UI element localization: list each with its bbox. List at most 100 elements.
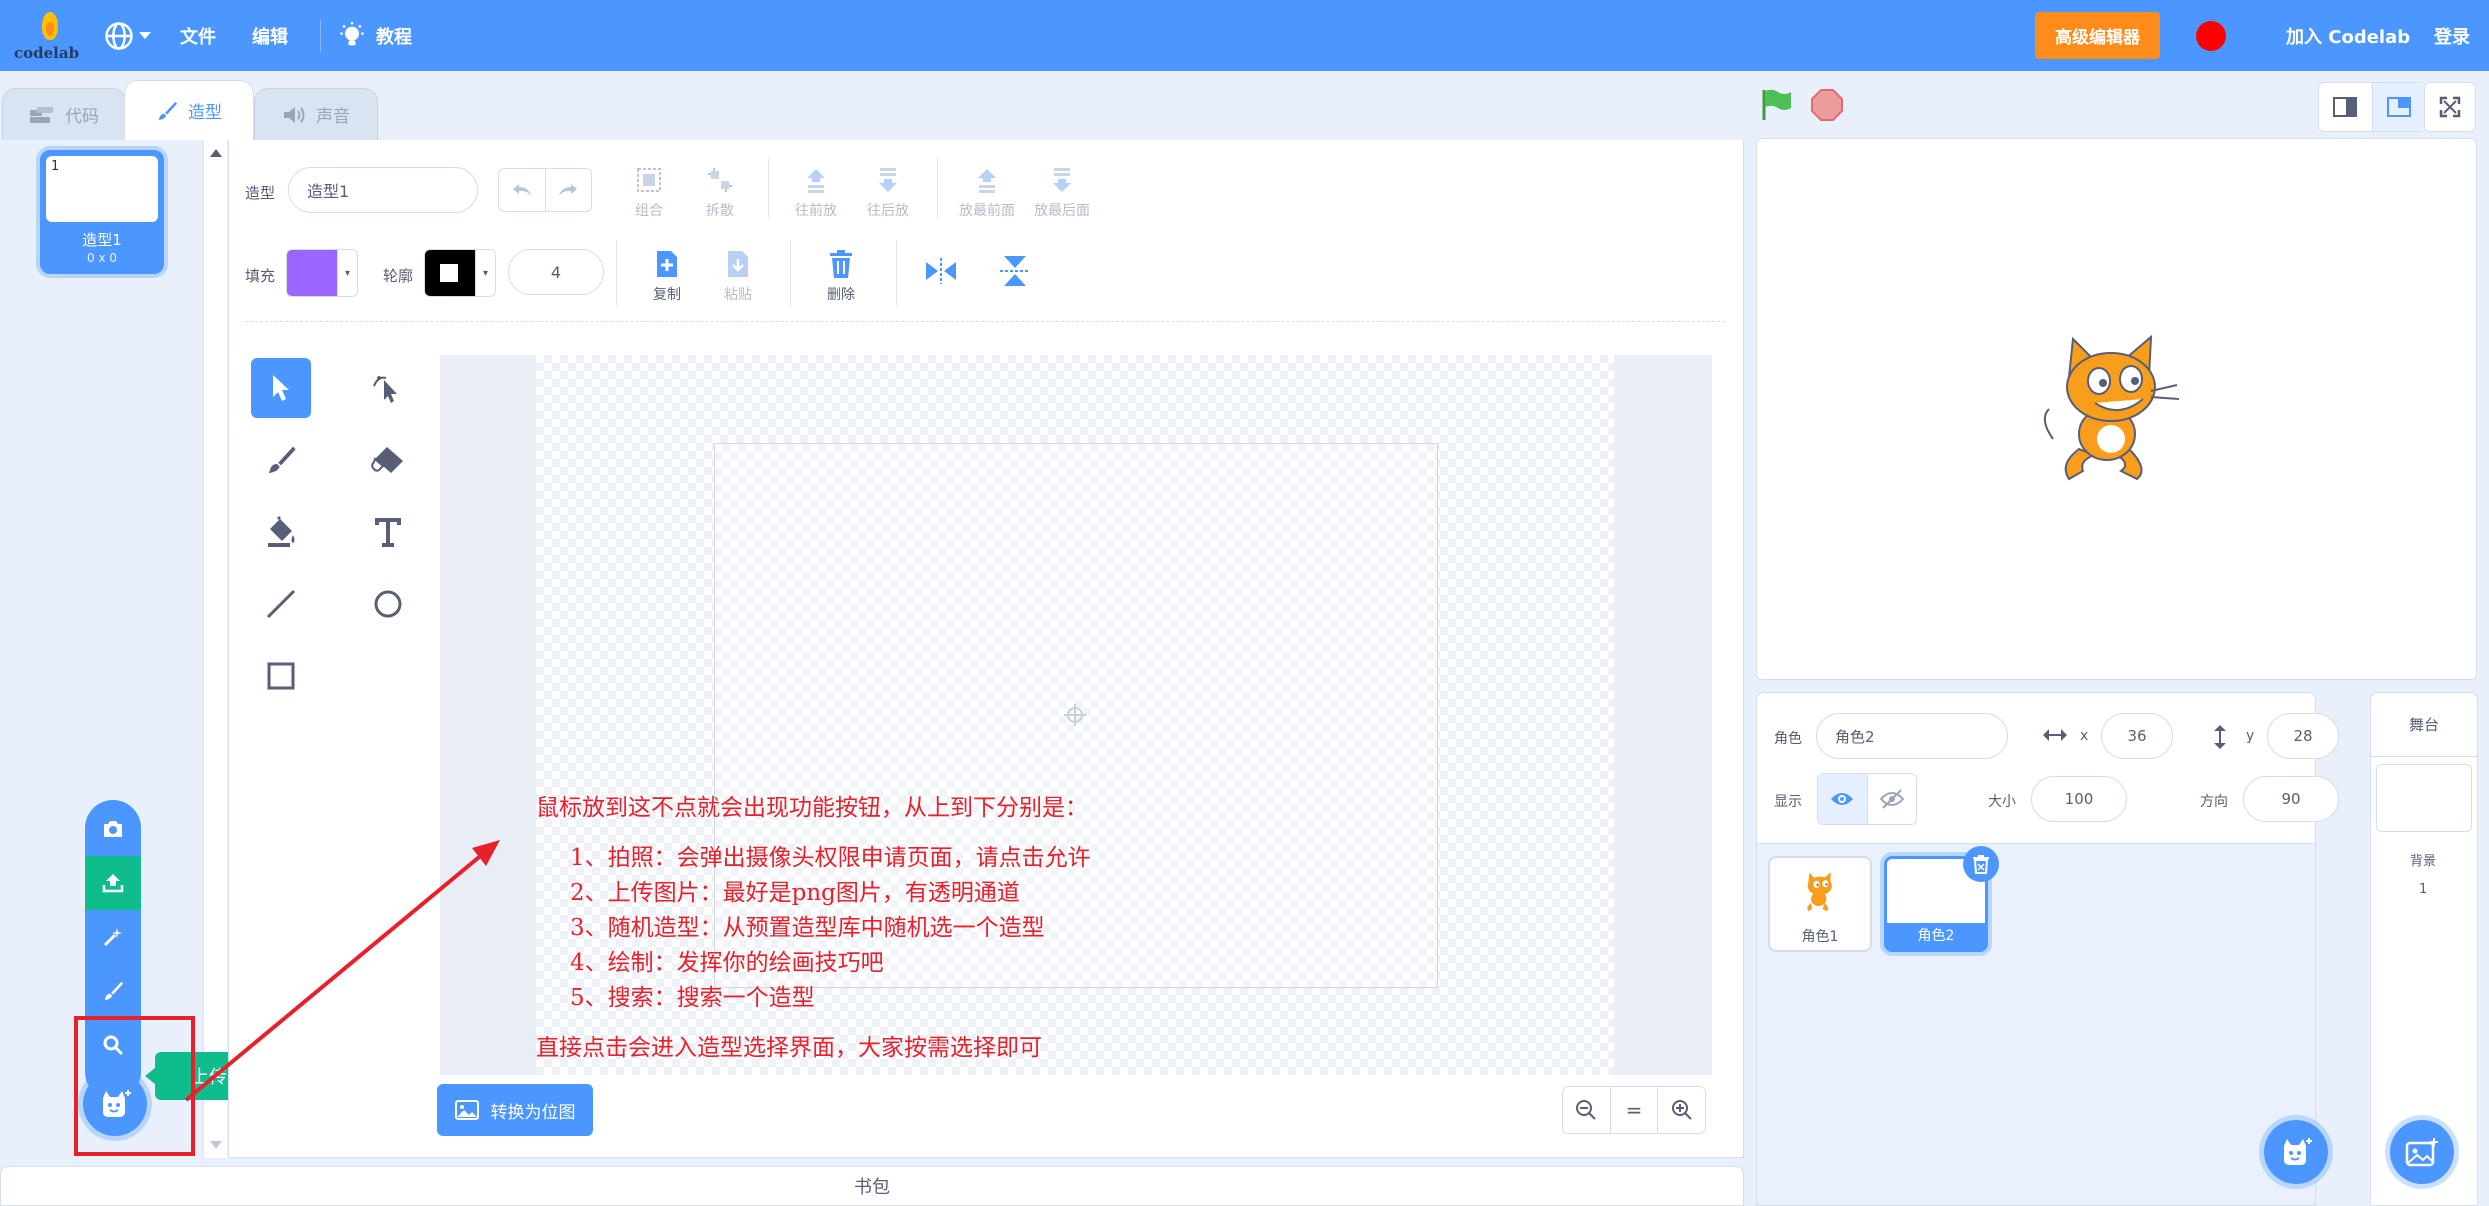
zoom-controls: = bbox=[1562, 1086, 1706, 1134]
stop-button[interactable] bbox=[1810, 88, 1844, 126]
tutorial-menu[interactable]: 教程 bbox=[338, 0, 412, 71]
choose-backdrop-button[interactable] bbox=[2390, 1120, 2454, 1184]
copy-icon bbox=[657, 251, 677, 277]
sprite-card-name: 角色1 bbox=[1801, 929, 1839, 945]
speaker-icon bbox=[284, 106, 305, 123]
zoom-in-icon bbox=[1671, 1100, 1692, 1120]
choose-sprite-button[interactable] bbox=[2264, 1120, 2328, 1184]
circle-tool[interactable] bbox=[358, 574, 418, 634]
sprite-name-input[interactable]: 角色2 bbox=[1816, 713, 2008, 759]
reshape-tool[interactable] bbox=[358, 358, 418, 418]
outline-width-input[interactable]: 4 bbox=[508, 249, 604, 295]
redo-button[interactable] bbox=[546, 169, 592, 211]
send-to-back-icon bbox=[1053, 168, 1071, 192]
paste-button[interactable]: 粘贴 bbox=[703, 244, 773, 304]
code-icon bbox=[30, 106, 53, 123]
fullscreen-button[interactable] bbox=[2424, 82, 2476, 132]
redo-icon bbox=[559, 184, 578, 196]
costume-name-input[interactable]: 造型1 bbox=[288, 167, 478, 213]
copy-button[interactable]: 复制 bbox=[632, 244, 702, 304]
text-tool[interactable] bbox=[358, 502, 418, 562]
green-flag-button[interactable] bbox=[1760, 88, 1794, 126]
back-label: 放最后面 bbox=[1034, 203, 1090, 219]
edit-menu[interactable]: 编辑 bbox=[252, 0, 288, 71]
tab-code[interactable]: 代码 bbox=[2, 88, 126, 140]
stage-thumbnail[interactable] bbox=[2376, 764, 2472, 832]
x-label: x bbox=[2080, 728, 2089, 744]
hide-button[interactable] bbox=[1866, 774, 1917, 824]
copy-label: 复制 bbox=[653, 287, 681, 303]
direction-input[interactable]: 90 bbox=[2243, 776, 2339, 822]
flip-horizontal-icon bbox=[926, 258, 956, 284]
x-input[interactable]: 36 bbox=[2101, 713, 2173, 759]
circle-icon bbox=[374, 590, 402, 618]
file-menu[interactable]: 文件 bbox=[180, 0, 216, 71]
surprise-button[interactable] bbox=[85, 910, 141, 964]
y-input[interactable]: 28 bbox=[2267, 713, 2339, 759]
forward-button[interactable]: 往前放 bbox=[781, 160, 851, 220]
undo-redo-group bbox=[498, 168, 592, 212]
eraser-tool[interactable] bbox=[358, 430, 418, 490]
eye-icon bbox=[1831, 793, 1854, 805]
ungroup-button[interactable]: 拆散 bbox=[685, 160, 755, 220]
zoom-reset-button[interactable]: = bbox=[1609, 1087, 1658, 1133]
backpack-bar[interactable]: 书包 bbox=[0, 1166, 1744, 1206]
fill-label: 填充 bbox=[245, 267, 276, 285]
paint-button[interactable] bbox=[85, 964, 141, 1018]
zoom-in-button[interactable] bbox=[1657, 1087, 1705, 1133]
line-tool[interactable] bbox=[251, 574, 311, 634]
fill-color-picker[interactable]: ▾ bbox=[286, 249, 358, 297]
tab-costumes[interactable]: 造型 bbox=[124, 80, 254, 140]
forward-label: 往前放 bbox=[795, 203, 837, 219]
rectangle-tool[interactable] bbox=[251, 646, 311, 706]
ungroup-icon bbox=[708, 168, 732, 192]
delete-sprite-button[interactable] bbox=[1963, 846, 1999, 882]
select-tool[interactable] bbox=[251, 358, 311, 418]
front-button[interactable]: 放最前面 bbox=[952, 160, 1022, 220]
delete-button[interactable]: 删除 bbox=[806, 244, 876, 304]
outline-color-picker[interactable]: ▾ bbox=[424, 249, 496, 297]
show-label: 显示 bbox=[1774, 794, 1802, 810]
back-button[interactable]: 放最后面 bbox=[1027, 160, 1097, 220]
zoom-out-button[interactable] bbox=[1563, 1087, 1610, 1133]
annotation-highlight-box bbox=[74, 1016, 195, 1156]
convert-to-bitmap-button[interactable]: 转换为位图 bbox=[437, 1084, 593, 1136]
upload-button[interactable] bbox=[85, 856, 141, 910]
language-menu[interactable] bbox=[104, 0, 152, 71]
large-stage-button[interactable] bbox=[2371, 83, 2425, 131]
brush-tool[interactable] bbox=[251, 430, 311, 490]
small-stage-button[interactable] bbox=[2319, 83, 2372, 131]
paint-icon bbox=[104, 981, 124, 1001]
annotation-heading: 鼠标放到这不点就会出现功能按钮，从上到下分别是： bbox=[536, 795, 1088, 821]
size-input[interactable]: 100 bbox=[2031, 776, 2127, 822]
trash-icon bbox=[830, 250, 852, 278]
costume-card[interactable]: 1 造型1 0 x 0 bbox=[40, 150, 164, 274]
fill-tool[interactable] bbox=[251, 502, 311, 562]
group-button[interactable]: 组合 bbox=[614, 160, 684, 220]
codelab-logo[interactable]: codelab bbox=[14, 10, 79, 62]
tab-sounds[interactable]: 声音 bbox=[254, 88, 378, 140]
record-dot-icon[interactable] bbox=[2196, 21, 2226, 51]
text-icon bbox=[375, 518, 401, 547]
camera-button[interactable] bbox=[85, 802, 141, 856]
stop-icon bbox=[1811, 89, 1843, 121]
tutorial-label: 教程 bbox=[376, 26, 412, 48]
stage-canvas[interactable] bbox=[1756, 138, 2477, 680]
login-link[interactable]: 登录 bbox=[2434, 0, 2470, 71]
costume-thumbnail bbox=[46, 156, 158, 222]
show-button[interactable] bbox=[1818, 774, 1867, 824]
flip-vertical-button[interactable] bbox=[998, 254, 1032, 292]
costume-name: 造型1 bbox=[82, 231, 122, 249]
undo-button[interactable] bbox=[499, 169, 546, 211]
advanced-editor-button[interactable]: 高级编辑器 bbox=[2035, 12, 2160, 59]
paste-label: 粘贴 bbox=[724, 287, 752, 303]
flip-horizontal-button[interactable] bbox=[924, 256, 958, 290]
forward-icon bbox=[807, 169, 825, 193]
costume-list-scrollbar[interactable] bbox=[203, 140, 227, 1158]
join-link[interactable]: 加入 Codelab bbox=[2286, 0, 2410, 71]
scroll-down-icon bbox=[210, 1141, 222, 1149]
sprite-card[interactable]: 角色1 bbox=[1768, 856, 1872, 952]
front-label: 放最前面 bbox=[959, 203, 1015, 219]
backward-button[interactable]: 往后放 bbox=[853, 160, 923, 220]
backdrop-count: 1 bbox=[2419, 882, 2428, 897]
